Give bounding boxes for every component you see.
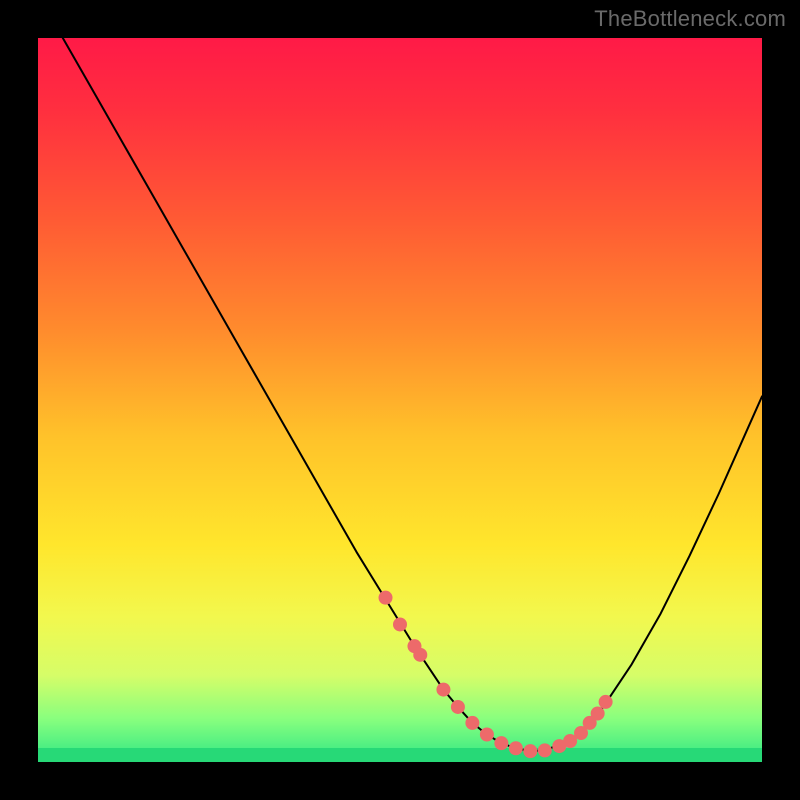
marker-dot: [436, 683, 450, 697]
marker-dot: [480, 727, 494, 741]
gradient-background: [38, 38, 762, 762]
baseline-band: [38, 748, 762, 762]
marker-dot: [591, 706, 605, 720]
marker-dot: [465, 716, 479, 730]
marker-dot: [523, 744, 537, 758]
chart-svg: [38, 38, 762, 762]
marker-dot: [599, 695, 613, 709]
marker-dot: [538, 743, 552, 757]
marker-dot: [413, 648, 427, 662]
chart-container: TheBottleneck.com: [0, 0, 800, 800]
marker-dot: [451, 700, 465, 714]
marker-dot: [379, 591, 393, 605]
watermark-text: TheBottleneck.com: [594, 6, 786, 32]
marker-dot: [393, 617, 407, 631]
marker-dot: [494, 736, 508, 750]
plot-area: [38, 38, 762, 762]
marker-dot: [509, 741, 523, 755]
